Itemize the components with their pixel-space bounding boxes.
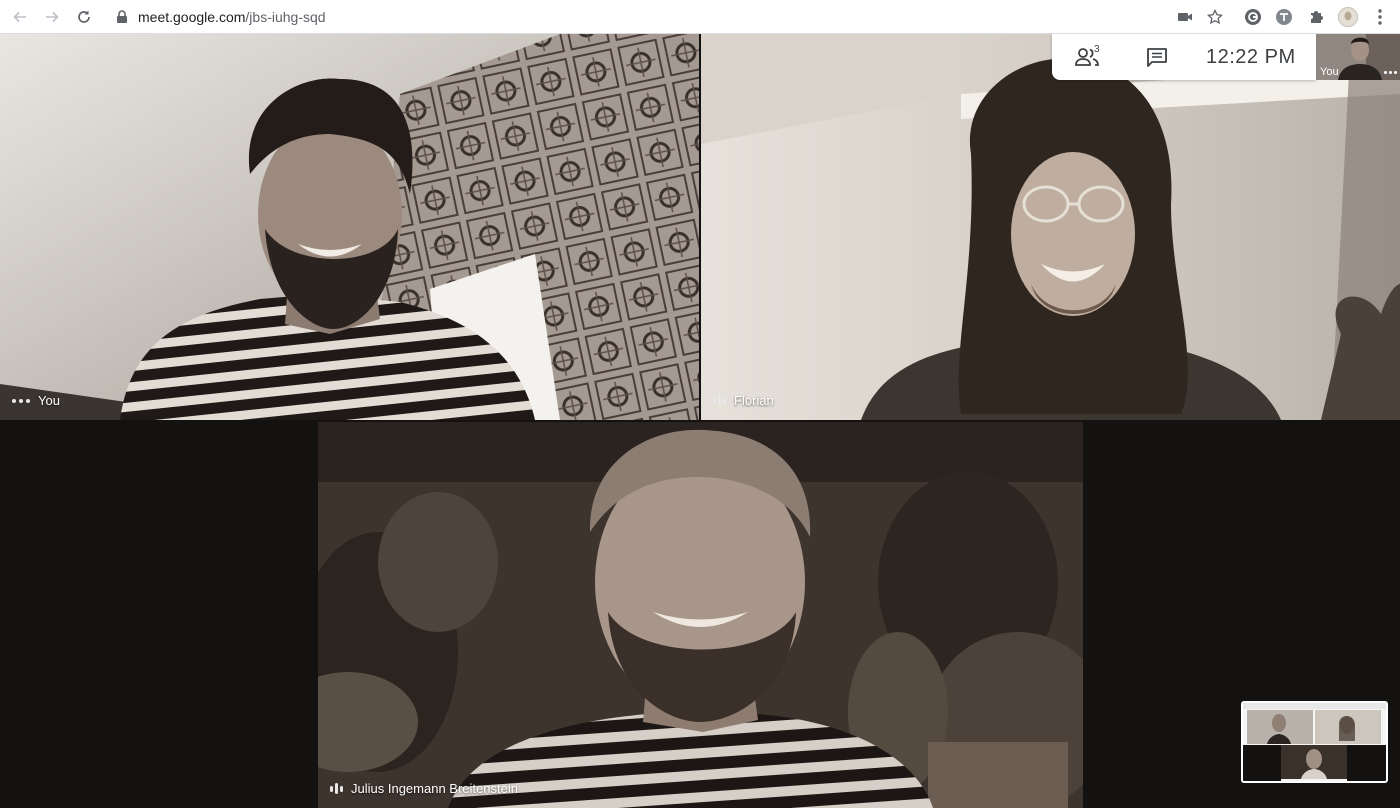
video-tile-you[interactable]: You: [0, 34, 699, 420]
participants-button[interactable]: 3: [1052, 34, 1122, 80]
more-options-dots-icon[interactable]: [12, 398, 30, 403]
extension-g-icon[interactable]: [1241, 5, 1265, 29]
self-view-thumbnail[interactable]: You: [1316, 34, 1400, 80]
self-view-more-icon[interactable]: [1384, 71, 1397, 74]
chat-button[interactable]: [1122, 34, 1192, 80]
name-tag-julius: Julius Ingemann Breitenstein: [330, 781, 518, 796]
meeting-stage: You Florian Julius Ingemann Breitenstein…: [0, 34, 1400, 808]
url-path: /jbs-iuhg-sqd: [245, 9, 326, 25]
video-feed-you: [0, 34, 699, 420]
participant-name: Florian: [734, 393, 774, 408]
extension-translate-icon[interactable]: [1272, 5, 1296, 29]
participant-name: Julius Ingemann Breitenstein: [351, 781, 518, 796]
video-feed-florian: [701, 34, 1400, 420]
reload-icon[interactable]: [72, 5, 96, 29]
screen-share-preview[interactable]: [1241, 701, 1388, 783]
star-icon[interactable]: [1203, 5, 1227, 29]
screen-preview-content: [1243, 703, 1386, 781]
back-arrow-icon[interactable]: [8, 5, 32, 29]
participants-count: 3: [1094, 44, 1100, 55]
video-tile-julius[interactable]: Julius Ingemann Breitenstein: [318, 422, 1083, 808]
browser-toolbar: meet.google.com/jbs-iuhg-sqd: [0, 0, 1400, 34]
address-bar[interactable]: meet.google.com/jbs-iuhg-sqd: [108, 4, 1238, 30]
puzzle-icon[interactable]: [1304, 5, 1328, 29]
meeting-clock: 12:22 PM: [1206, 45, 1296, 68]
forward-arrow-icon[interactable]: [40, 5, 64, 29]
audio-level-icon: [713, 395, 726, 407]
camera-icon[interactable]: [1173, 5, 1197, 29]
participant-name: You: [38, 393, 60, 408]
name-tag-florian: Florian: [713, 393, 774, 408]
meeting-info-panel: 3 12:22 PM: [1052, 34, 1316, 80]
video-tile-florian[interactable]: Florian: [701, 34, 1400, 420]
profile-avatar-icon[interactable]: [1336, 5, 1360, 29]
chat-icon: [1147, 48, 1167, 67]
kebab-menu-icon[interactable]: [1368, 5, 1392, 29]
url-text: meet.google.com/jbs-iuhg-sqd: [138, 9, 326, 25]
video-feed-julius: [318, 422, 1083, 808]
self-view-label: You: [1320, 66, 1339, 78]
name-tag-you: You: [12, 393, 60, 408]
lock-icon[interactable]: [114, 9, 130, 25]
audio-level-icon: [330, 783, 343, 795]
url-host: meet.google.com: [138, 9, 246, 25]
